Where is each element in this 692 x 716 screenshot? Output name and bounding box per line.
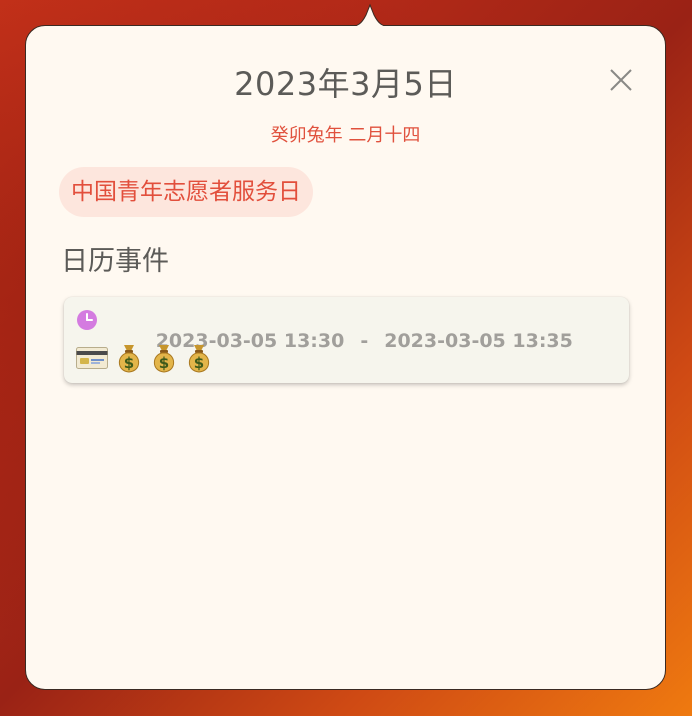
svg-text:$: $ [124,354,134,372]
event-end-time: 2023-03-05 13:35 [384,330,573,352]
credit-card-icon [76,347,108,369]
svg-text:$: $ [194,354,204,372]
event-title: $ $ $ [76,343,220,373]
calendar-event-card[interactable]: 2023-03-05 13:30-2023-03-05 13:35 $ $ $ [64,297,629,383]
date-detail-popover: 2023年3月5日 癸卯兔年 二月十四 中国青年志愿者服务日 日历事件 2023… [25,3,666,690]
clock-icon [77,310,97,330]
money-bag-icon: $ [118,345,140,373]
festival-badge: 中国青年志愿者服务日 [59,167,313,217]
money-bag-icon: $ [188,345,210,373]
section-title: 日历事件 [61,246,169,277]
svg-text:$: $ [159,354,169,372]
lunar-date: 癸卯兔年 二月十四 [270,125,421,146]
money-bag-icon: $ [153,345,175,373]
date-title: 2023年3月5日 [234,65,457,103]
close-icon[interactable] [606,65,636,95]
popover-arrow [348,3,392,27]
event-time-separator: - [360,330,369,352]
